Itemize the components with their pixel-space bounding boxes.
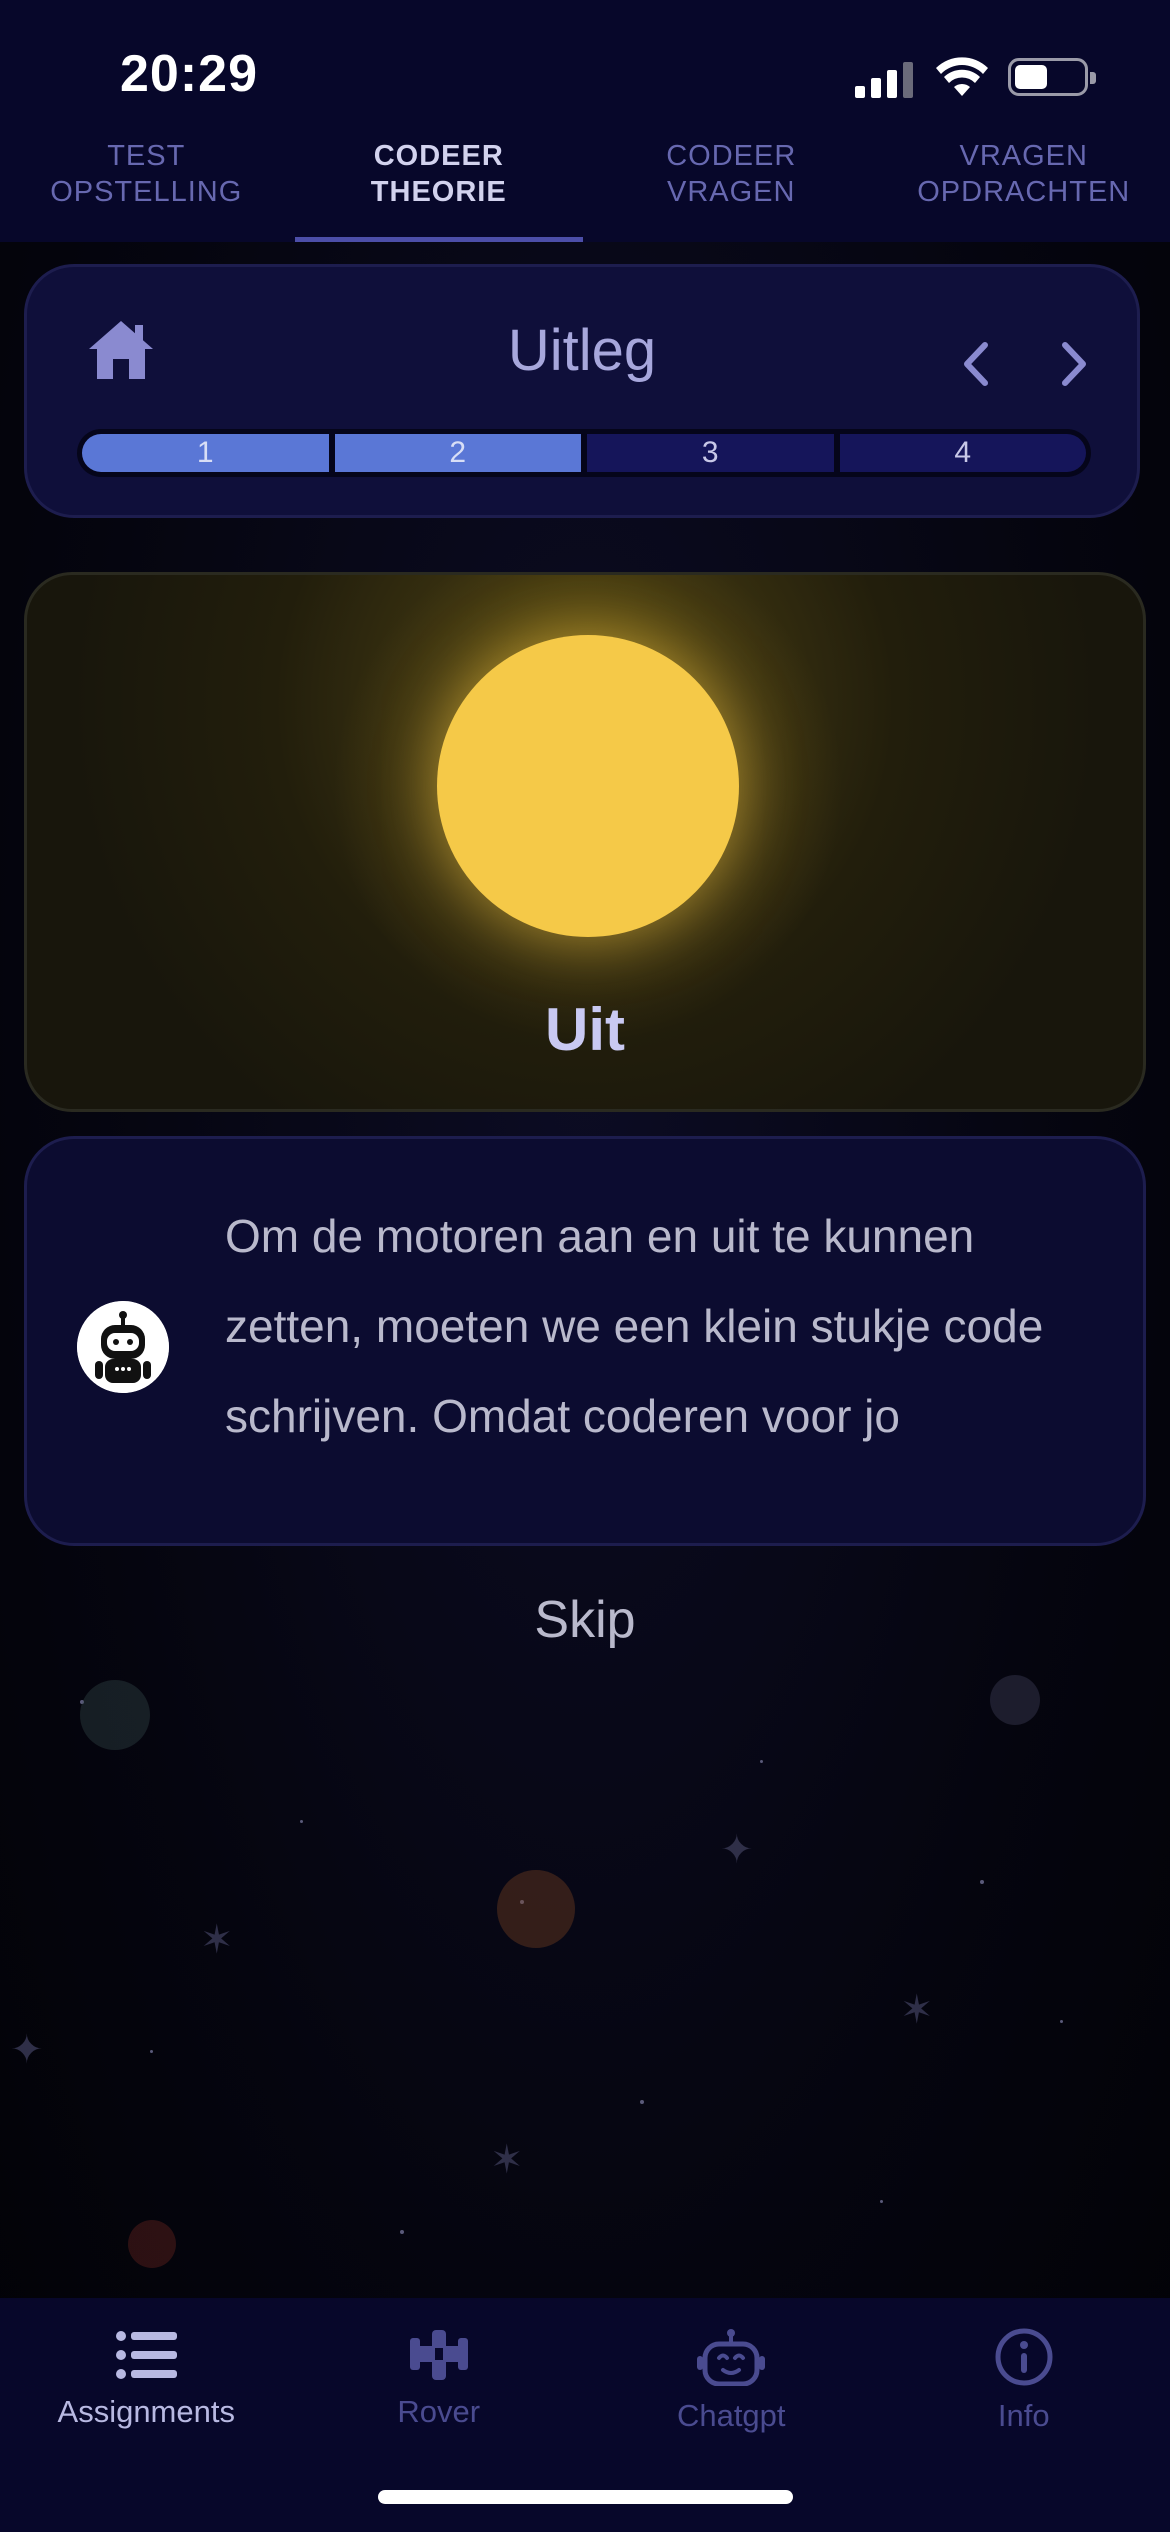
explanation-text: Om de motoren aan en uit te kunnen zette…	[225, 1210, 1044, 1442]
step-3[interactable]: 3	[587, 434, 834, 472]
rover-icon	[409, 2330, 468, 2380]
explanation-card: Om de motoren aan en uit te kunnen zette…	[24, 1136, 1146, 1546]
tab-codeer-vragen[interactable]: CODEER VRAGEN	[585, 130, 878, 242]
lesson-header-card: Uitleg 1 2 3 4	[24, 264, 1140, 518]
step-2[interactable]: 2	[334, 434, 581, 472]
wifi-icon	[936, 57, 988, 96]
battery-icon	[1008, 58, 1096, 96]
chevron-right-icon[interactable]	[1053, 337, 1093, 391]
status-bar: 20:29	[0, 0, 1170, 130]
tab-codeer-theorie[interactable]: CODEER THEORIE	[293, 130, 586, 242]
tab-test-opstelling[interactable]: TEST OPSTELLING	[0, 130, 293, 242]
nav-label: Info	[997, 2398, 1050, 2433]
nav-label: Rover	[397, 2394, 481, 2429]
list-icon	[116, 2331, 178, 2379]
step-1[interactable]: 1	[82, 434, 329, 472]
tab-vragen-opdrachten[interactable]: VRAGEN OPDRACHTEN	[878, 130, 1170, 242]
light-state-label: Uit	[545, 996, 625, 1063]
sun-icon	[437, 635, 739, 937]
chevron-left-icon[interactable]	[957, 337, 997, 391]
top-tab-bar: TEST OPSTELLING CODEER THEORIE CODEER VR…	[0, 130, 1170, 242]
nav-label: Chatgpt	[676, 2398, 786, 2433]
status-time: 20:29	[120, 45, 258, 103]
info-icon	[995, 2328, 1053, 2386]
step-4[interactable]: 4	[839, 434, 1086, 472]
robot-icon	[697, 2329, 766, 2386]
app-screen: ✶ ✶ ✶ ✦ ✦ 20:29 TEST OPSTELLING CODEER T…	[0, 0, 1170, 2532]
nav-label: Assignments	[57, 2394, 235, 2429]
robot-icon	[77, 1301, 169, 1393]
light-indicator-card: Uit	[24, 572, 1146, 1112]
nav-item-info[interactable]: Info	[878, 2298, 1170, 2532]
home-indicator[interactable]	[378, 2490, 793, 2504]
signal-icon	[855, 58, 915, 98]
skip-button[interactable]: Skip	[0, 1590, 1170, 1650]
nav-item-assignments[interactable]: Assignments	[0, 2298, 293, 2532]
step-progress-bar: 1 2 3 4	[77, 429, 1091, 477]
